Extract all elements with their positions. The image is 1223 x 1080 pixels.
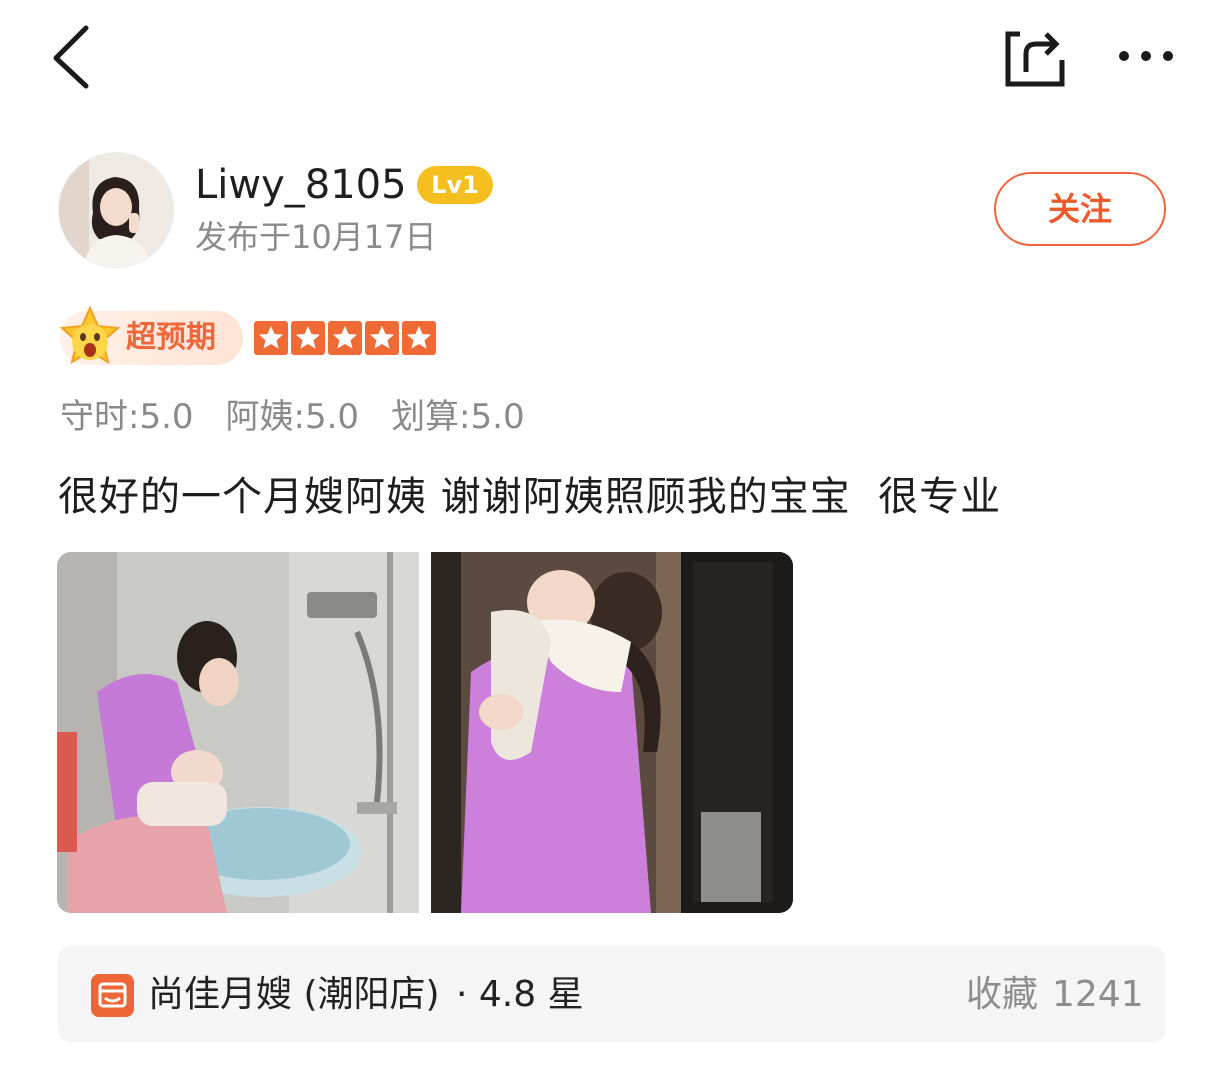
sub-score: 阿姨:5.0 [225,397,360,437]
back-button[interactable] [40,20,110,96]
star-icon [402,321,436,355]
post-date: 发布于10月17日 [195,218,437,256]
level-badge: Lv1 [417,166,493,204]
star-icon [291,321,325,355]
more-dots-icon [1119,51,1173,61]
avatar-image [59,153,173,267]
photo-holding-baby [431,552,793,913]
more-options-button[interactable] [1108,30,1184,82]
back-arrow-icon [53,25,89,89]
overall-rating-label: 超预期 [126,320,216,355]
star-icon [254,321,288,355]
username[interactable]: Liwy_8105 [195,160,407,210]
sub-score: 守时:5.0 [60,397,194,437]
photo-bathing-baby [57,552,419,913]
surprised-face-icon [58,305,122,370]
share-icon [1005,31,1065,87]
review-text: 很好的一个月嫂阿姨 谢谢阿姨照顾我的宝宝 很专业 [58,474,1002,520]
follow-button[interactable]: 关注 [994,172,1166,246]
review-photo-2[interactable] [431,552,793,913]
review-photo-1[interactable] [57,552,419,913]
shop-icon [91,974,134,1017]
sub-scores: 守时:5.0 阿姨:5.0 划算:5.0 [60,392,557,442]
sub-score: 划算:5.0 [391,397,525,437]
shop-name[interactable]: 尚佳月嫂 (潮阳店) [148,970,440,1020]
shop-rating: · 4.8 星 [456,974,584,1015]
avatar[interactable] [58,152,174,268]
star-rating [254,321,436,355]
share-button[interactable] [998,22,1070,94]
star-icon [328,321,362,355]
favorite-count: 1241 [1052,974,1144,1015]
favorite-label: 收藏 [966,974,1039,1015]
star-icon [365,321,399,355]
